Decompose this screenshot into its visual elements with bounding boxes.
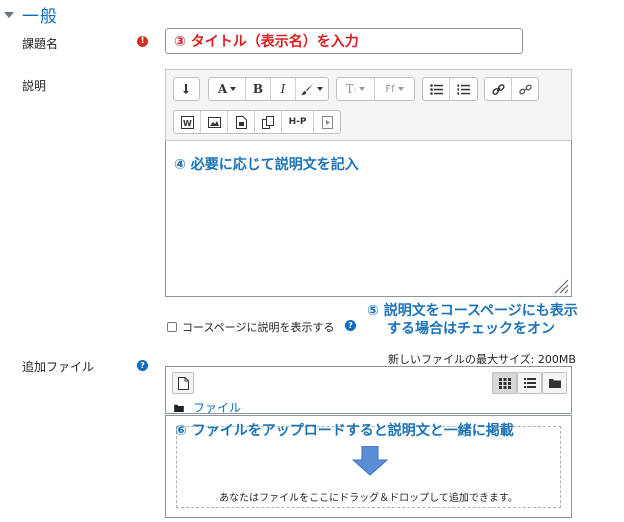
description-annotation: ④ 必要に応じて説明文を記入 <box>174 157 359 173</box>
drop-hint: あなたはファイルをここにドラッグ＆ドロップして追加できます。 <box>219 493 518 504</box>
attachments-label: 追加ファイル <box>22 360 95 374</box>
bullet-list-icon <box>429 83 443 95</box>
max-size-text: 新しいファイルの最大サイズ: 200MB <box>388 353 576 366</box>
show-description-annotation-1: ⑤ 説明文をコースページにも表示 <box>367 303 578 319</box>
file-icon <box>177 376 189 390</box>
media-button[interactable] <box>228 111 255 133</box>
h5p-button[interactable]: H-P <box>282 111 314 133</box>
tree-view-button[interactable] <box>542 372 567 394</box>
folder-icon <box>174 404 184 412</box>
show-description-checkbox[interactable] <box>167 322 177 332</box>
bold-button[interactable]: B <box>246 78 271 100</box>
undo-arrow-icon <box>182 84 189 94</box>
list-view-icon <box>523 378 536 388</box>
attachments-annotation: ⑥ ファイルをアップロードすると説明文と一緒に掲載 <box>175 423 514 439</box>
caret-down-icon <box>4 11 14 18</box>
show-description-label: コースページに説明を表示する <box>182 321 335 334</box>
manage-files-button[interactable] <box>255 111 282 133</box>
show-description-annotation-2: する場合はチェックをオン <box>387 321 555 337</box>
copy-files-icon <box>261 115 274 129</box>
help-icon[interactable]: ? <box>137 360 148 371</box>
video-record-icon <box>321 115 333 129</box>
section-title: 一般 <box>22 7 58 27</box>
section-general-header[interactable]: 一般 <box>4 2 58 27</box>
name-input-value: ③ タイトル（表示名）を入力 <box>174 34 359 50</box>
bullet-list-button[interactable] <box>423 78 450 100</box>
numbered-list-button[interactable] <box>450 78 477 100</box>
description-label: 説明 <box>22 79 47 93</box>
toolbar-group-undo <box>173 77 200 101</box>
word-import-button[interactable]: W <box>174 111 201 133</box>
unlink-icon <box>518 83 532 95</box>
down-arrow-icon <box>352 446 388 476</box>
word-import-icon: W <box>180 115 194 129</box>
drop-zone[interactable]: ⑥ ファイルをアップロードすると説明文と一緒に掲載 あなたはファイルをここにドラ… <box>165 415 572 518</box>
link-icon <box>491 83 505 95</box>
media-file-icon <box>235 115 247 129</box>
file-picker: ファイル <box>165 366 572 416</box>
font-family-button[interactable]: Ff <box>375 78 414 100</box>
resize-grip-icon[interactable] <box>551 276 569 294</box>
description-editor[interactable]: ④ 必要に応じて説明文を記入 <box>165 141 572 297</box>
font-size-button[interactable]: A <box>209 78 246 100</box>
record-video-button[interactable] <box>314 111 340 133</box>
help-icon[interactable]: ? <box>345 320 356 331</box>
brush-button[interactable] <box>296 78 328 100</box>
folder-path: ファイル <box>174 399 241 416</box>
name-input[interactable]: ③ タイトル（表示名）を入力 <box>165 28 523 54</box>
folder-icon <box>548 379 561 388</box>
italic-button[interactable]: I <box>271 78 296 100</box>
toolbar-group-lists <box>422 77 478 101</box>
grid-view-button[interactable] <box>492 372 517 394</box>
svg-text:W: W <box>183 119 192 128</box>
grid-view-icon <box>498 377 511 389</box>
list-view-button[interactable] <box>517 372 542 394</box>
toolbar-group-insert: W H-P <box>173 110 341 134</box>
link-button[interactable] <box>485 78 512 100</box>
toolbar-group-text: T: Ff <box>336 77 415 101</box>
numbered-list-icon <box>457 83 470 95</box>
text-style-button[interactable]: T: <box>337 78 375 100</box>
undo-button[interactable] <box>174 78 199 100</box>
editor-toolbar: A B I T: Ff W H-P <box>165 69 572 141</box>
brush-icon <box>301 83 313 95</box>
image-button[interactable] <box>201 111 228 133</box>
toolbar-group-format: A B I <box>208 77 329 101</box>
view-mode-group <box>492 372 567 394</box>
name-label: 課題名 <box>22 37 59 51</box>
required-icon: ! <box>137 36 148 47</box>
unlink-button[interactable] <box>512 78 538 100</box>
image-icon <box>207 116 221 128</box>
show-description-row: コースページに説明を表示する <box>167 319 334 335</box>
add-file-button[interactable] <box>172 372 194 394</box>
folder-link[interactable]: ファイル <box>193 399 241 416</box>
toolbar-group-links <box>484 77 539 101</box>
